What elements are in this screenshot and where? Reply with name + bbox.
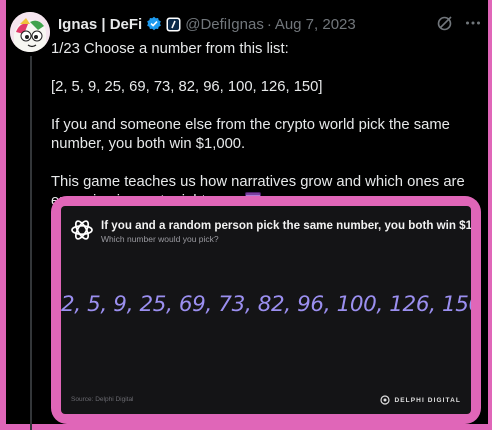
openai-logo-icon (71, 220, 93, 240)
grok-icon[interactable] (436, 14, 454, 36)
media-card[interactable]: If you and a random person pick the same… (51, 196, 481, 424)
media-card-image: If you and a random person pick the same… (61, 206, 471, 414)
verified-badge-icon (146, 16, 162, 32)
avatar[interactable] (10, 12, 50, 52)
tweet-text-line: [2, 5, 9, 25, 69, 73, 82, 96, 100, 126, … (51, 79, 323, 95)
display-name[interactable]: Ignas | DeFi (58, 16, 142, 33)
thread-line (30, 56, 32, 430)
tweet-text: 1/23 Choose a number from this list: [2,… (51, 40, 479, 211)
card-subtitle: Which number would you pick? (101, 234, 219, 244)
handle[interactable]: @DefiIgnas (185, 16, 264, 33)
card-source: Source: Delphi Digital (71, 396, 134, 403)
card-brand-label: DELPHI DIGITAL (394, 396, 461, 404)
tweet-header: Ignas | DeFi @DefiIgnas · Aug 7, 2023 (58, 14, 482, 34)
card-title: If you and a random person pick the same… (101, 219, 471, 232)
tweet-text-line: 1/23 Choose a number from this list: (51, 41, 289, 57)
timestamp[interactable]: Aug 7, 2023 (275, 16, 356, 33)
affiliate-badge-icon[interactable] (166, 17, 181, 32)
separator-dot: · (266, 15, 272, 33)
avatar-image (10, 12, 50, 52)
card-number-list: 2, 5, 9, 25, 69, 73, 82, 96, 100, 126, 1… (61, 292, 471, 317)
delphi-logo-icon (380, 395, 391, 405)
more-options-icon[interactable] (464, 14, 482, 36)
tweet-text-line: If you and someone else from the crypto … (51, 117, 450, 152)
card-brand: DELPHI DIGITAL (380, 395, 461, 405)
